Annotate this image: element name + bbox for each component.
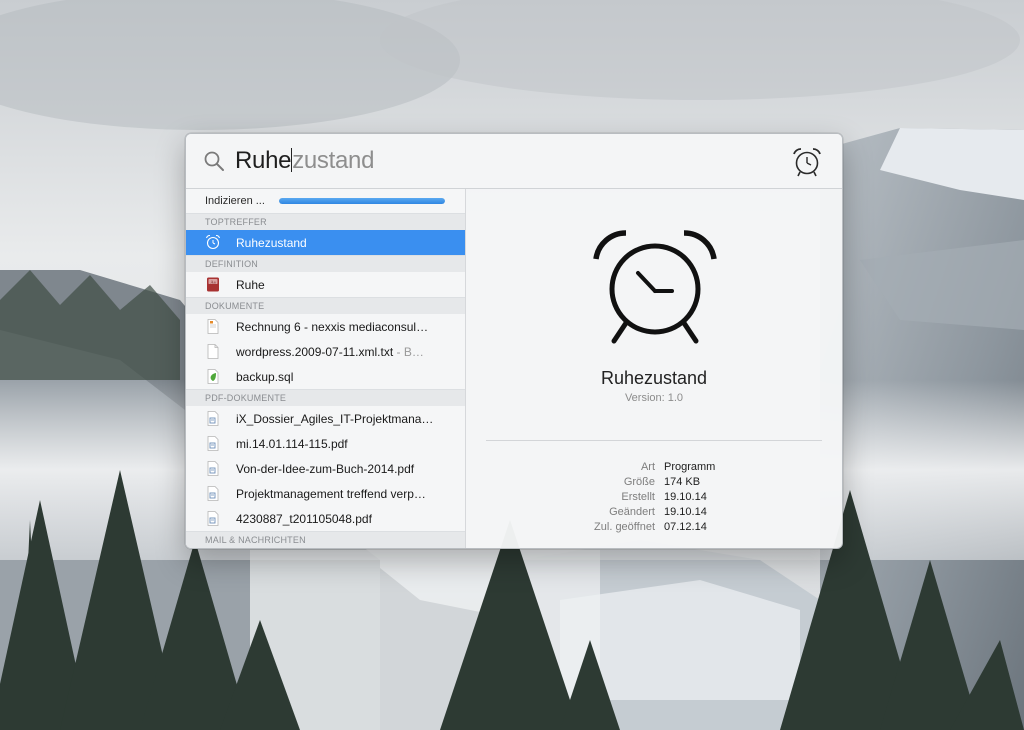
result-item-ruhezustand[interactable]: Ruhezustand [186, 230, 465, 255]
svg-text:Aa: Aa [210, 279, 215, 284]
section-header-definition: DEFINITION [186, 255, 465, 272]
search-bar: Ruhezustand [186, 134, 842, 189]
search-input[interactable]: Ruhezustand [235, 145, 374, 177]
result-item-pdf[interactable]: 4230887_t201105048.pdf [186, 506, 465, 531]
result-label: 4230887_t201105048.pdf [236, 512, 372, 526]
metadata-key: Zul. geöffnet [594, 521, 655, 533]
metadata-row-size: Größe 174 KB [466, 476, 842, 491]
text-file-icon [207, 344, 219, 359]
section-header-mail-nachrichten: MAIL & NACHRICHTEN [186, 531, 465, 548]
preview-pane: Ruhezustand Version: 1.0 Art Programm Gr… [466, 189, 842, 548]
result-label: mi.14.01.114-115.pdf [236, 437, 348, 451]
pdf-icon [207, 436, 219, 451]
result-filename: wordpress.2009-07-11.xml.txt [236, 345, 394, 359]
result-item-text-file[interactable]: wordpress.2009-07-11.xml.txt - B… [186, 339, 465, 364]
dictionary-icon: Aa [207, 277, 219, 292]
preview-version: Version: 1.0 [624, 392, 684, 404]
alarm-clock-icon [593, 230, 717, 344]
sql-file-icon [207, 369, 219, 384]
metadata-key: Größe [623, 476, 655, 488]
metadata-value: 19.10.14 [664, 491, 707, 503]
search-autocomplete-text: zustand [292, 147, 375, 174]
section-header-dokumente: DOKUMENTE [186, 297, 465, 314]
result-label: Ruhe [236, 278, 265, 292]
result-label: backup.sql [236, 370, 294, 384]
result-item-pdf[interactable]: Projektmanagement treffend verp… [186, 481, 465, 506]
indexing-status: Indizieren ... [186, 189, 465, 213]
document-icon [207, 319, 219, 334]
metadata-row-created: Erstellt 19.10.14 [466, 491, 842, 506]
metadata-row-modified: Geändert 19.10.14 [466, 506, 842, 521]
pdf-icon [207, 411, 219, 426]
result-label: wordpress.2009-07-11.xml.txt - B… [236, 345, 424, 359]
preview-title: Ruhezustand [600, 368, 708, 388]
result-label: Ruhezustand [236, 236, 307, 250]
result-item-ruhe[interactable]: Aa Ruhe [186, 272, 465, 297]
metadata-row-kind: Art Programm [466, 461, 842, 476]
metadata-key: Geändert [609, 506, 655, 518]
pdf-icon [207, 511, 219, 526]
metadata-key: Erstellt [621, 491, 655, 503]
result-subtitle: - B… [393, 345, 424, 359]
result-label: Von-der-Idee-zum-Buch-2014.pdf [236, 462, 415, 476]
preview-divider [486, 440, 822, 441]
indexing-label: Indizieren ... [205, 195, 265, 207]
result-item-sql-file[interactable]: backup.sql [186, 364, 465, 389]
result-item-document[interactable]: Rechnung 6 - nexxis mediaconsul… [186, 314, 465, 339]
result-label: Projektmanagement treffend verp… [236, 487, 426, 501]
metadata-row-last-opened: Zul. geöffnet 07.12.14 [466, 521, 842, 536]
alarm-clock-icon [205, 234, 221, 250]
section-header-pdf-dokumente: PDF-DOKUMENTE [186, 389, 465, 406]
pdf-icon [207, 461, 219, 476]
indexing-progress-bar [279, 198, 445, 204]
indexing-progress-fill [279, 198, 445, 204]
result-label: iX_Dossier_Agiles_IT-Projektmana… [236, 412, 434, 426]
search-typed-text: Ruhe [235, 147, 292, 174]
search-icon [204, 151, 224, 171]
metadata-value: 19.10.14 [664, 506, 707, 518]
metadata-value: 07.12.14 [664, 521, 707, 533]
results-list: Indizieren ... TOPTREFFER Ruhezustand DE… [186, 189, 466, 548]
metadata-value: 174 KB [664, 476, 701, 488]
result-item-pdf[interactable]: iX_Dossier_Agiles_IT-Projektmana… [186, 406, 465, 431]
spotlight-window: Ruhezustand Indizieren ... TOPTREFFER Ru… [185, 133, 843, 549]
metadata-key: Art [640, 461, 655, 473]
result-item-pdf[interactable]: mi.14.01.114-115.pdf [186, 431, 465, 456]
result-item-pdf[interactable]: Von-der-Idee-zum-Buch-2014.pdf [186, 456, 465, 481]
section-header-toptreffer: TOPTREFFER [186, 213, 465, 230]
result-label: Rechnung 6 - nexxis mediaconsul… [236, 320, 429, 334]
pdf-icon [207, 486, 219, 501]
metadata-value: Programm [664, 461, 716, 473]
alarm-clock-icon [793, 148, 821, 177]
